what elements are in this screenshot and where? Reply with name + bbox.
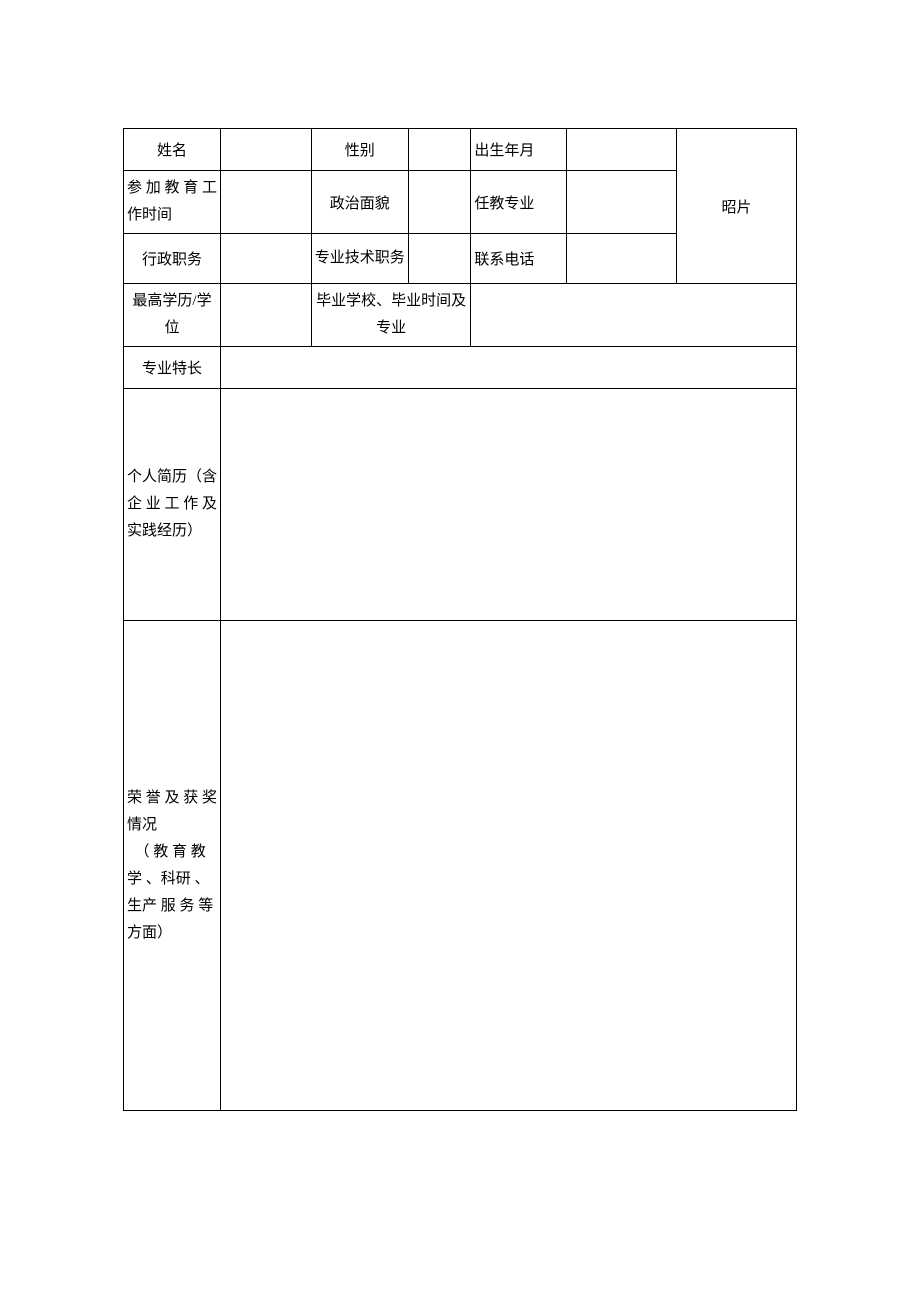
resume-label: 个人简历（含企 业 工 作 及实践经历） bbox=[124, 389, 221, 621]
degree-label: 最高学历/学位 bbox=[124, 284, 221, 347]
edu-work-label: 参 加 教 育 工作时间 bbox=[124, 171, 221, 234]
major-value bbox=[567, 171, 677, 234]
admin-value bbox=[221, 234, 312, 284]
phone-value bbox=[567, 234, 677, 284]
political-label: 政治面貌 bbox=[311, 171, 408, 234]
grad-label: 毕业学校、毕业时间及专业 bbox=[311, 284, 471, 347]
gender-label: 性别 bbox=[311, 129, 408, 171]
prof-title-label: 专业技术职务 bbox=[311, 234, 408, 284]
phone-label: 联系电话 bbox=[471, 234, 567, 284]
honors-value bbox=[221, 621, 797, 1111]
honors-label-line1: 荣 誉 及 获 奖情况 bbox=[127, 790, 217, 833]
political-value bbox=[408, 171, 471, 234]
form-table: 姓名 性别 出生年月 昭片 参 加 教 育 工作时间 政治面貌 任教专业 行政职… bbox=[123, 128, 797, 1111]
edu-work-value bbox=[221, 171, 312, 234]
specialty-label: 专业特长 bbox=[124, 347, 221, 389]
honors-label: 荣 誉 及 获 奖情况 （ 教 育 教学 、科研 、生产 服 务 等 方面） bbox=[124, 621, 221, 1111]
name-label: 姓名 bbox=[124, 129, 221, 171]
admin-label: 行政职务 bbox=[124, 234, 221, 284]
major-label: 任教专业 bbox=[471, 171, 567, 234]
birth-value bbox=[567, 129, 677, 171]
gender-value bbox=[408, 129, 471, 171]
grad-value bbox=[471, 284, 797, 347]
photo-cell: 昭片 bbox=[676, 129, 796, 284]
honors-label-line2: （ 教 育 教学 、科研 、生产 服 务 等 方面） bbox=[127, 844, 213, 941]
degree-value bbox=[221, 284, 312, 347]
resume-value bbox=[221, 389, 797, 621]
prof-title-value bbox=[408, 234, 471, 284]
birth-label: 出生年月 bbox=[471, 129, 567, 171]
specialty-value bbox=[221, 347, 797, 389]
name-value bbox=[221, 129, 312, 171]
